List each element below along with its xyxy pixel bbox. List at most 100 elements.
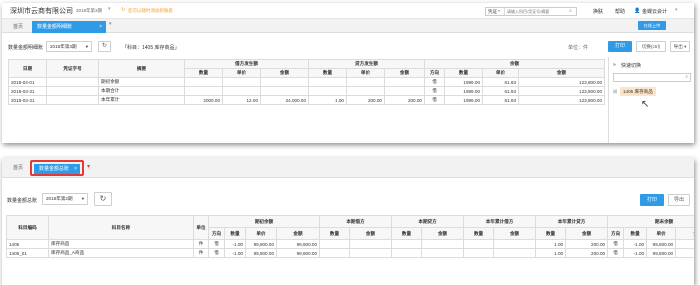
table-cell: [308, 77, 347, 87]
panel-search-input[interactable]: ⌕: [613, 73, 691, 82]
table-row[interactable]: 1405 库存商品件借 -1.00 99,800.00 99,800.00 1.00 200…: [6, 239, 694, 249]
col-header: 日期: [8, 59, 47, 78]
table-cell: [319, 239, 351, 249]
panel-item-1405[interactable]: 1405 库存商品: [620, 87, 656, 96]
detail-ledger-window: 深圳市云商有限公司 2018年第3期 ▾ ↻ 您可以随时添加新账套 凭证 ▾ ⌕…: [2, 3, 694, 143]
print-button[interactable]: 打印: [608, 41, 632, 52]
col-header: 金额: [384, 68, 425, 78]
table-cell: 99,800.00: [245, 248, 277, 258]
table-row[interactable]: 1405_01 库存商品_A商品件借 -1.00 99,800.00 99,800.00…: [6, 248, 694, 258]
table-cell: 1405_01: [6, 248, 49, 258]
tab-bar: 首页 数量金额明细账 × ▾ 在线上传: [2, 19, 694, 33]
group-header: 本年累计贷方: [535, 215, 609, 228]
chevron-down-icon[interactable]: ▾: [87, 163, 90, 170]
tab-label: 数量金额明细账: [37, 24, 73, 30]
switch-button[interactable]: 切换(ctrl): [636, 41, 666, 52]
search-input[interactable]: [507, 8, 567, 15]
table-cell: [493, 248, 537, 258]
col-header: 金额: [675, 227, 694, 240]
refresh-icon: ↻: [121, 7, 126, 13]
online-upload-button[interactable]: 在线上传: [638, 21, 666, 30]
table-cell: 借: [424, 77, 445, 87]
close-icon[interactable]: ×: [74, 164, 77, 174]
period-value: 2018年第3期: [50, 44, 77, 49]
table-cell: 2018-03-31: [8, 95, 47, 105]
table-cell: [46, 95, 99, 105]
table-cell: [463, 248, 495, 258]
col-header: 数量: [224, 227, 246, 240]
col-header: 方向: [424, 68, 445, 78]
collapse-icon[interactable]: »: [613, 62, 616, 68]
group-header: 本年累计借方: [463, 215, 537, 228]
search-icon[interactable]: ⌕: [685, 74, 688, 80]
ledger-title-label: 数量金额明细账: [8, 45, 44, 51]
group-header: 本期贷方: [391, 215, 465, 228]
cursor-icon: ↖: [641, 99, 650, 110]
notice-link[interactable]: 您可以随时添加新账套: [128, 8, 173, 14]
table-row[interactable]: 2018-03-01 期初余额 借 1999.00 61.93 123,800.00: [8, 77, 606, 87]
col-header: 凭证字号: [46, 59, 99, 78]
chevron-down-icon: ▾: [81, 196, 84, 201]
group-header: 本期借方: [319, 215, 393, 228]
table-cell: 61.93: [482, 95, 519, 105]
table-cell: 1999.00: [444, 77, 483, 87]
export-button[interactable]: 导出 ▾: [670, 41, 690, 52]
user-name[interactable]: 金蝶云会计: [642, 8, 667, 15]
table-cell: [184, 77, 223, 87]
refresh-button[interactable]: ↻: [94, 192, 112, 206]
print-button[interactable]: 打印: [640, 194, 664, 206]
table-cell: 123,800.00: [517, 95, 606, 105]
table-cell: 1.00: [535, 248, 567, 258]
table-row[interactable]: 2018-03-31 本年累计 2000.00 12.00 24,000.00 1.00 2…: [8, 95, 606, 105]
search-type-select[interactable]: 凭证: [488, 9, 497, 15]
period-selector[interactable]: 2018年第3期: [76, 8, 102, 14]
table-cell: 本期合计: [98, 86, 185, 96]
table-cell: [319, 248, 351, 258]
col-header: 方向: [208, 227, 225, 240]
table-cell: 库存商品_A商品: [48, 248, 194, 258]
col-header: 金额: [517, 68, 606, 78]
help-link[interactable]: 帮助: [615, 8, 625, 15]
chevron-down-icon[interactable]: ▾: [498, 8, 500, 13]
table-cell: 借: [424, 95, 445, 105]
general-ledger-table: 科目编码 科目名称 单位 期初余额 本期借方 本期贷方 本年累计借方 本年累计贷…: [6, 215, 694, 258]
col-header: 数量: [319, 227, 351, 240]
export-label: 导出: [673, 44, 683, 49]
period-select[interactable]: 2018年第3期 ▾: [46, 41, 92, 52]
table-cell: 99,800.00: [675, 239, 694, 249]
tab-home[interactable]: 首页: [8, 21, 28, 33]
period-select[interactable]: 2018年第2期 ▾: [42, 193, 88, 205]
expand-icon[interactable]: ⊞: [613, 89, 617, 95]
col-header: 科目编码: [6, 215, 49, 240]
unit-label: 单位：件: [568, 45, 589, 51]
quick-switch-title: 快速切换: [621, 63, 642, 69]
group-header: 期末余额: [607, 215, 694, 228]
export-button[interactable]: 导出: [668, 194, 690, 206]
table-cell: 123,800.00: [517, 86, 606, 96]
close-icon[interactable]: ×: [99, 21, 102, 33]
col-header: 金额: [260, 68, 309, 78]
table-cell: 借: [208, 239, 225, 249]
table-cell: [384, 77, 425, 87]
skin-link[interactable]: 换肤: [593, 8, 603, 15]
table-cell: [391, 248, 423, 258]
search-icon[interactable]: ⌕: [569, 8, 572, 14]
table-row[interactable]: 2018-03-31 本期合计 借 1999.00 61.93 123,800.00: [8, 86, 606, 96]
chevron-down-icon[interactable]: ▾: [675, 7, 678, 13]
chevron-down-icon[interactable]: ▾: [108, 6, 111, 12]
table-cell: [260, 77, 309, 87]
col-header: 数量: [463, 227, 495, 240]
refresh-button[interactable]: ↻: [98, 41, 111, 52]
tab-home[interactable]: 首页: [8, 162, 28, 174]
tab-general-ledger[interactable]: 数量金额总账 ×: [34, 164, 80, 174]
table-cell: 借: [607, 239, 625, 249]
tab-detail-ledger[interactable]: 数量金额明细账 ×: [32, 21, 106, 33]
table-cell: 2018-03-31: [8, 86, 47, 96]
table-cell: 1405: [6, 239, 49, 249]
chevron-down-icon[interactable]: ▾: [109, 21, 112, 27]
table-cell: [384, 86, 425, 96]
table-cell: -1.00: [224, 239, 246, 249]
table-cell: [349, 239, 393, 249]
company-name: 深圳市云商有限公司: [10, 8, 73, 15]
table-cell: [46, 86, 99, 96]
